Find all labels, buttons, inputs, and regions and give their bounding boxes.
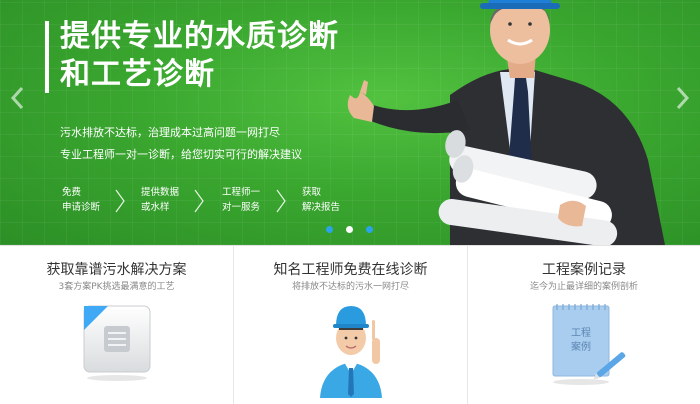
carousel-prev-button[interactable]: [10, 86, 26, 110]
engineer-photo: [347, 0, 665, 245]
notebook-label-line-2: 案例: [571, 340, 591, 353]
card-description: 3套方案PK挑选最满意的工艺: [58, 282, 175, 292]
step-3-line-1: 工程师一: [222, 187, 261, 198]
step-2-line-2: 或水样: [141, 202, 170, 213]
step-1: 免费 申请诊断: [62, 185, 100, 215]
notebook-icon: 工程 案例: [552, 304, 626, 385]
step-3: 工程师一 对一服务: [222, 185, 260, 215]
engineer-icon: [319, 306, 382, 398]
hero-banner[interactable]: 提供专业的水质诊断 和工艺诊断 污水排放不达标，治理成本过高问题一网打尽 专业工…: [0, 0, 700, 245]
card-description: 将排放不达标的污水一网打尽: [291, 282, 409, 292]
card-title: 获取靠谱污水解决方案: [46, 262, 187, 278]
page: 提供专业的水质诊断 和工艺诊断 污水排放不达标，治理成本过高问题一网打尽 专业工…: [0, 0, 700, 404]
document-icon: [83, 305, 150, 381]
step-1-line-1: 免费: [62, 187, 82, 198]
chevron-right-icon: [276, 189, 286, 213]
title-accent-bar: [45, 21, 49, 93]
carousel-dot-1[interactable]: [326, 226, 333, 233]
step-2: 提供数据 或水样: [141, 185, 179, 215]
hero-subtitle-line-1: 污水排放不达标，治理成本过高问题一网打尽: [60, 126, 280, 139]
carousel-dot-3[interactable]: [366, 226, 373, 233]
step-3-line-2: 对一服务: [222, 202, 261, 213]
notebook-label-line-1: 工程: [571, 327, 591, 339]
carousel-next-button[interactable]: [674, 86, 690, 110]
hero-title: 提供专业的水质诊断 和工艺诊断: [60, 18, 339, 94]
card-description: 迄今为止最详细的案例剖析: [529, 282, 638, 292]
card-title: 工程案例记录: [542, 262, 626, 278]
hero-subtitle-line-2: 专业工程师一对一诊断，给您切实可行的解决建议: [60, 148, 302, 161]
card-title: 知名工程师免费在线诊断: [273, 262, 428, 278]
card-engineer[interactable]: 知名工程师免费在线诊断 将排放不达标的污水一网打尽: [233, 246, 467, 404]
service-cards: 获取靠谱污水解决方案 3套方案PK挑选最满意的工艺 知名工程师免费在线诊断 将排…: [0, 245, 700, 404]
hero-title-line-2: 和工艺诊断: [60, 57, 215, 92]
carousel-dot-2[interactable]: [346, 226, 353, 233]
step-2-line-1: 提供数据: [141, 187, 180, 198]
hero-title-line-1: 提供专业的水质诊断: [60, 19, 339, 54]
chevron-right-icon: [115, 189, 125, 213]
card-solution[interactable]: 获取靠谱污水解决方案 3套方案PK挑选最满意的工艺: [0, 246, 233, 404]
chevron-right-icon: [194, 189, 204, 213]
card-cases[interactable]: 工程案例记录 迄今为止最详细的案例剖析 工程 案例: [467, 246, 700, 404]
step-1-line-2: 申请诊断: [62, 202, 101, 213]
hero-subtitle: 污水排放不达标，治理成本过高问题一网打尽 专业工程师一对一诊断，给您切实可行的解…: [60, 122, 302, 166]
